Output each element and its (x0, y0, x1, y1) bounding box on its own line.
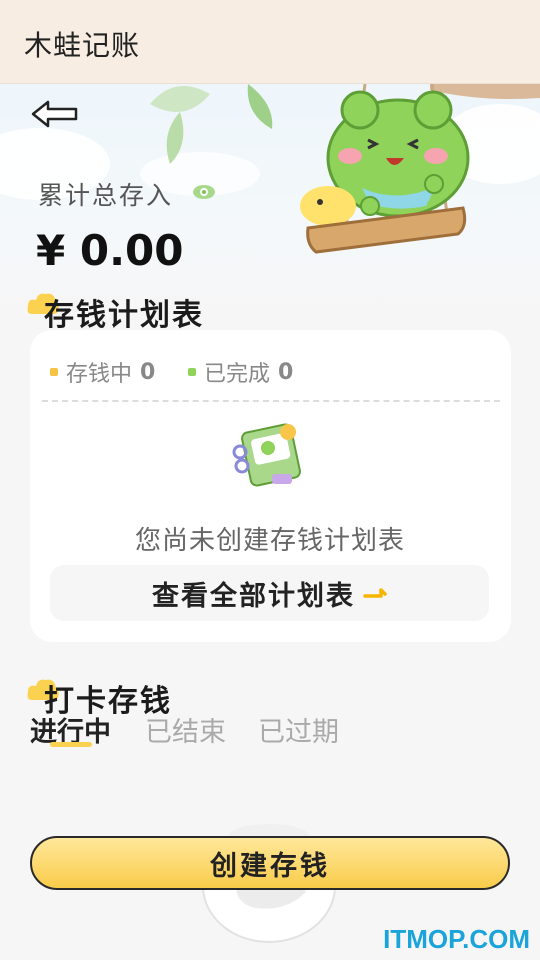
create-saving-button[interactable]: 创建存钱 (30, 836, 510, 890)
tab-ended[interactable]: 已结束 (145, 710, 226, 749)
view-all-label: 查看全部计划表 (152, 580, 355, 612)
empty-plan-text: 您尚未创建存钱计划表 (134, 526, 405, 556)
eye-icon[interactable] (192, 184, 216, 200)
stat-completed-count: 0 (278, 359, 294, 385)
active-tab-indicator (50, 742, 92, 747)
amount-value: 0.00 (79, 226, 184, 275)
stat-saving-label: 存钱中 (66, 362, 133, 387)
site-watermark: ITMOP.COM (383, 924, 530, 954)
total-deposit-label: 累计总存入 (38, 181, 174, 210)
saving-dot (50, 368, 58, 376)
tab-expired[interactable]: 已过期 (258, 710, 339, 749)
app-title: 木蛙记账 (24, 29, 141, 62)
back-arrow-icon[interactable] (30, 98, 80, 130)
currency-symbol: ¥ (36, 226, 66, 275)
frog-swing-illustration (300, 90, 470, 254)
total-amount: ¥ 0.00 (36, 226, 184, 275)
view-all-plans-button[interactable]: 查看全部计划表 (50, 565, 489, 621)
arrow-right-icon (363, 588, 387, 598)
book-icon (232, 423, 301, 487)
stat-saving-count: 0 (140, 359, 156, 385)
divider (42, 400, 500, 402)
create-saving-label: 创建存钱 (210, 850, 330, 882)
stat-saving[interactable]: 存钱中 0 (50, 356, 155, 388)
app-bar: 木蛙记账 (0, 0, 540, 84)
plan-section-title: 存钱计划表 (44, 298, 204, 333)
completed-dot (188, 368, 196, 376)
stat-completed-label: 已完成 (204, 362, 271, 387)
stat-completed[interactable]: 已完成 0 (188, 356, 293, 388)
